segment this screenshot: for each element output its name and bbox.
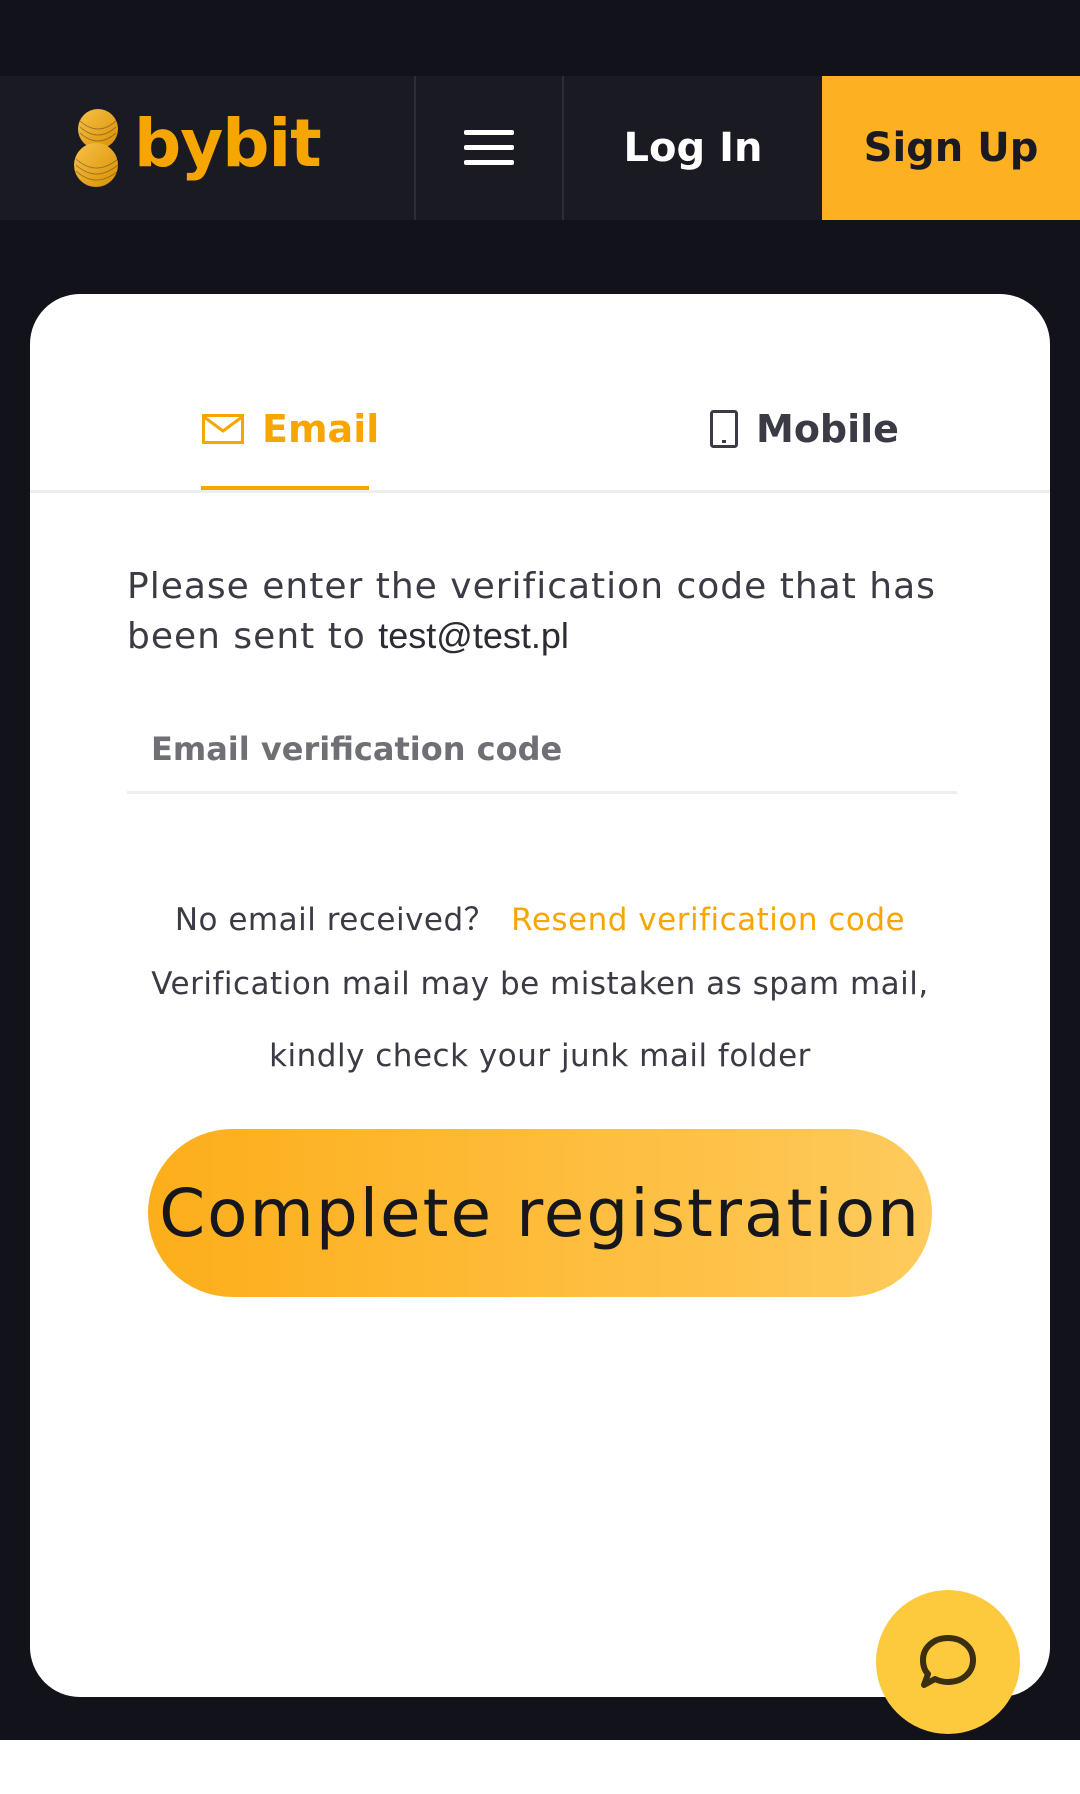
spam-note-line-1: Verification mail may be mistaken as spa…	[151, 966, 929, 1002]
hamburger-menu-icon	[464, 130, 514, 165]
envelope-icon	[202, 414, 244, 444]
spam-note-line-2: kindly check your junk mail folder	[269, 1038, 811, 1074]
tab-email-label: Email	[262, 407, 380, 451]
signup-button[interactable]: Sign Up	[822, 76, 1080, 220]
login-button[interactable]: Log In	[564, 76, 822, 220]
tab-email[interactable]: Email	[202, 404, 379, 454]
hamburger-menu-button[interactable]	[416, 76, 562, 220]
tab-mobile[interactable]: Mobile	[710, 404, 899, 454]
verification-card: Email Mobile Please enter the verificati…	[30, 294, 1050, 1697]
verification-instruction: Please enter the verification code that …	[127, 562, 957, 661]
chat-support-button[interactable]	[876, 1590, 1020, 1734]
email-verification-code-input[interactable]	[127, 706, 957, 794]
bybit-logo[interactable]: bybit	[72, 103, 322, 193]
complete-registration-button[interactable]: Complete registration	[148, 1129, 932, 1297]
active-tab-indicator	[201, 486, 369, 490]
brand-name: bybit	[134, 105, 322, 182]
bybit-logo-mark-icon	[74, 109, 119, 187]
top-nav-bar: bybit Log In Sign Up	[0, 76, 1080, 220]
phone-icon	[710, 410, 738, 448]
app-background: bybit Log In Sign Up Email Mobile Please…	[0, 0, 1080, 1740]
verification-method-tabs: Email Mobile	[30, 294, 1050, 493]
recipient-email: test@test.pl	[378, 615, 569, 656]
no-email-text: No email received？	[174, 902, 496, 938]
chat-bubble-icon	[920, 1635, 976, 1688]
resend-verification-link[interactable]: Resend verification code	[511, 902, 905, 938]
tab-mobile-label: Mobile	[756, 407, 899, 451]
resend-prompt: No email received？ Resend verification co…	[30, 894, 1050, 939]
